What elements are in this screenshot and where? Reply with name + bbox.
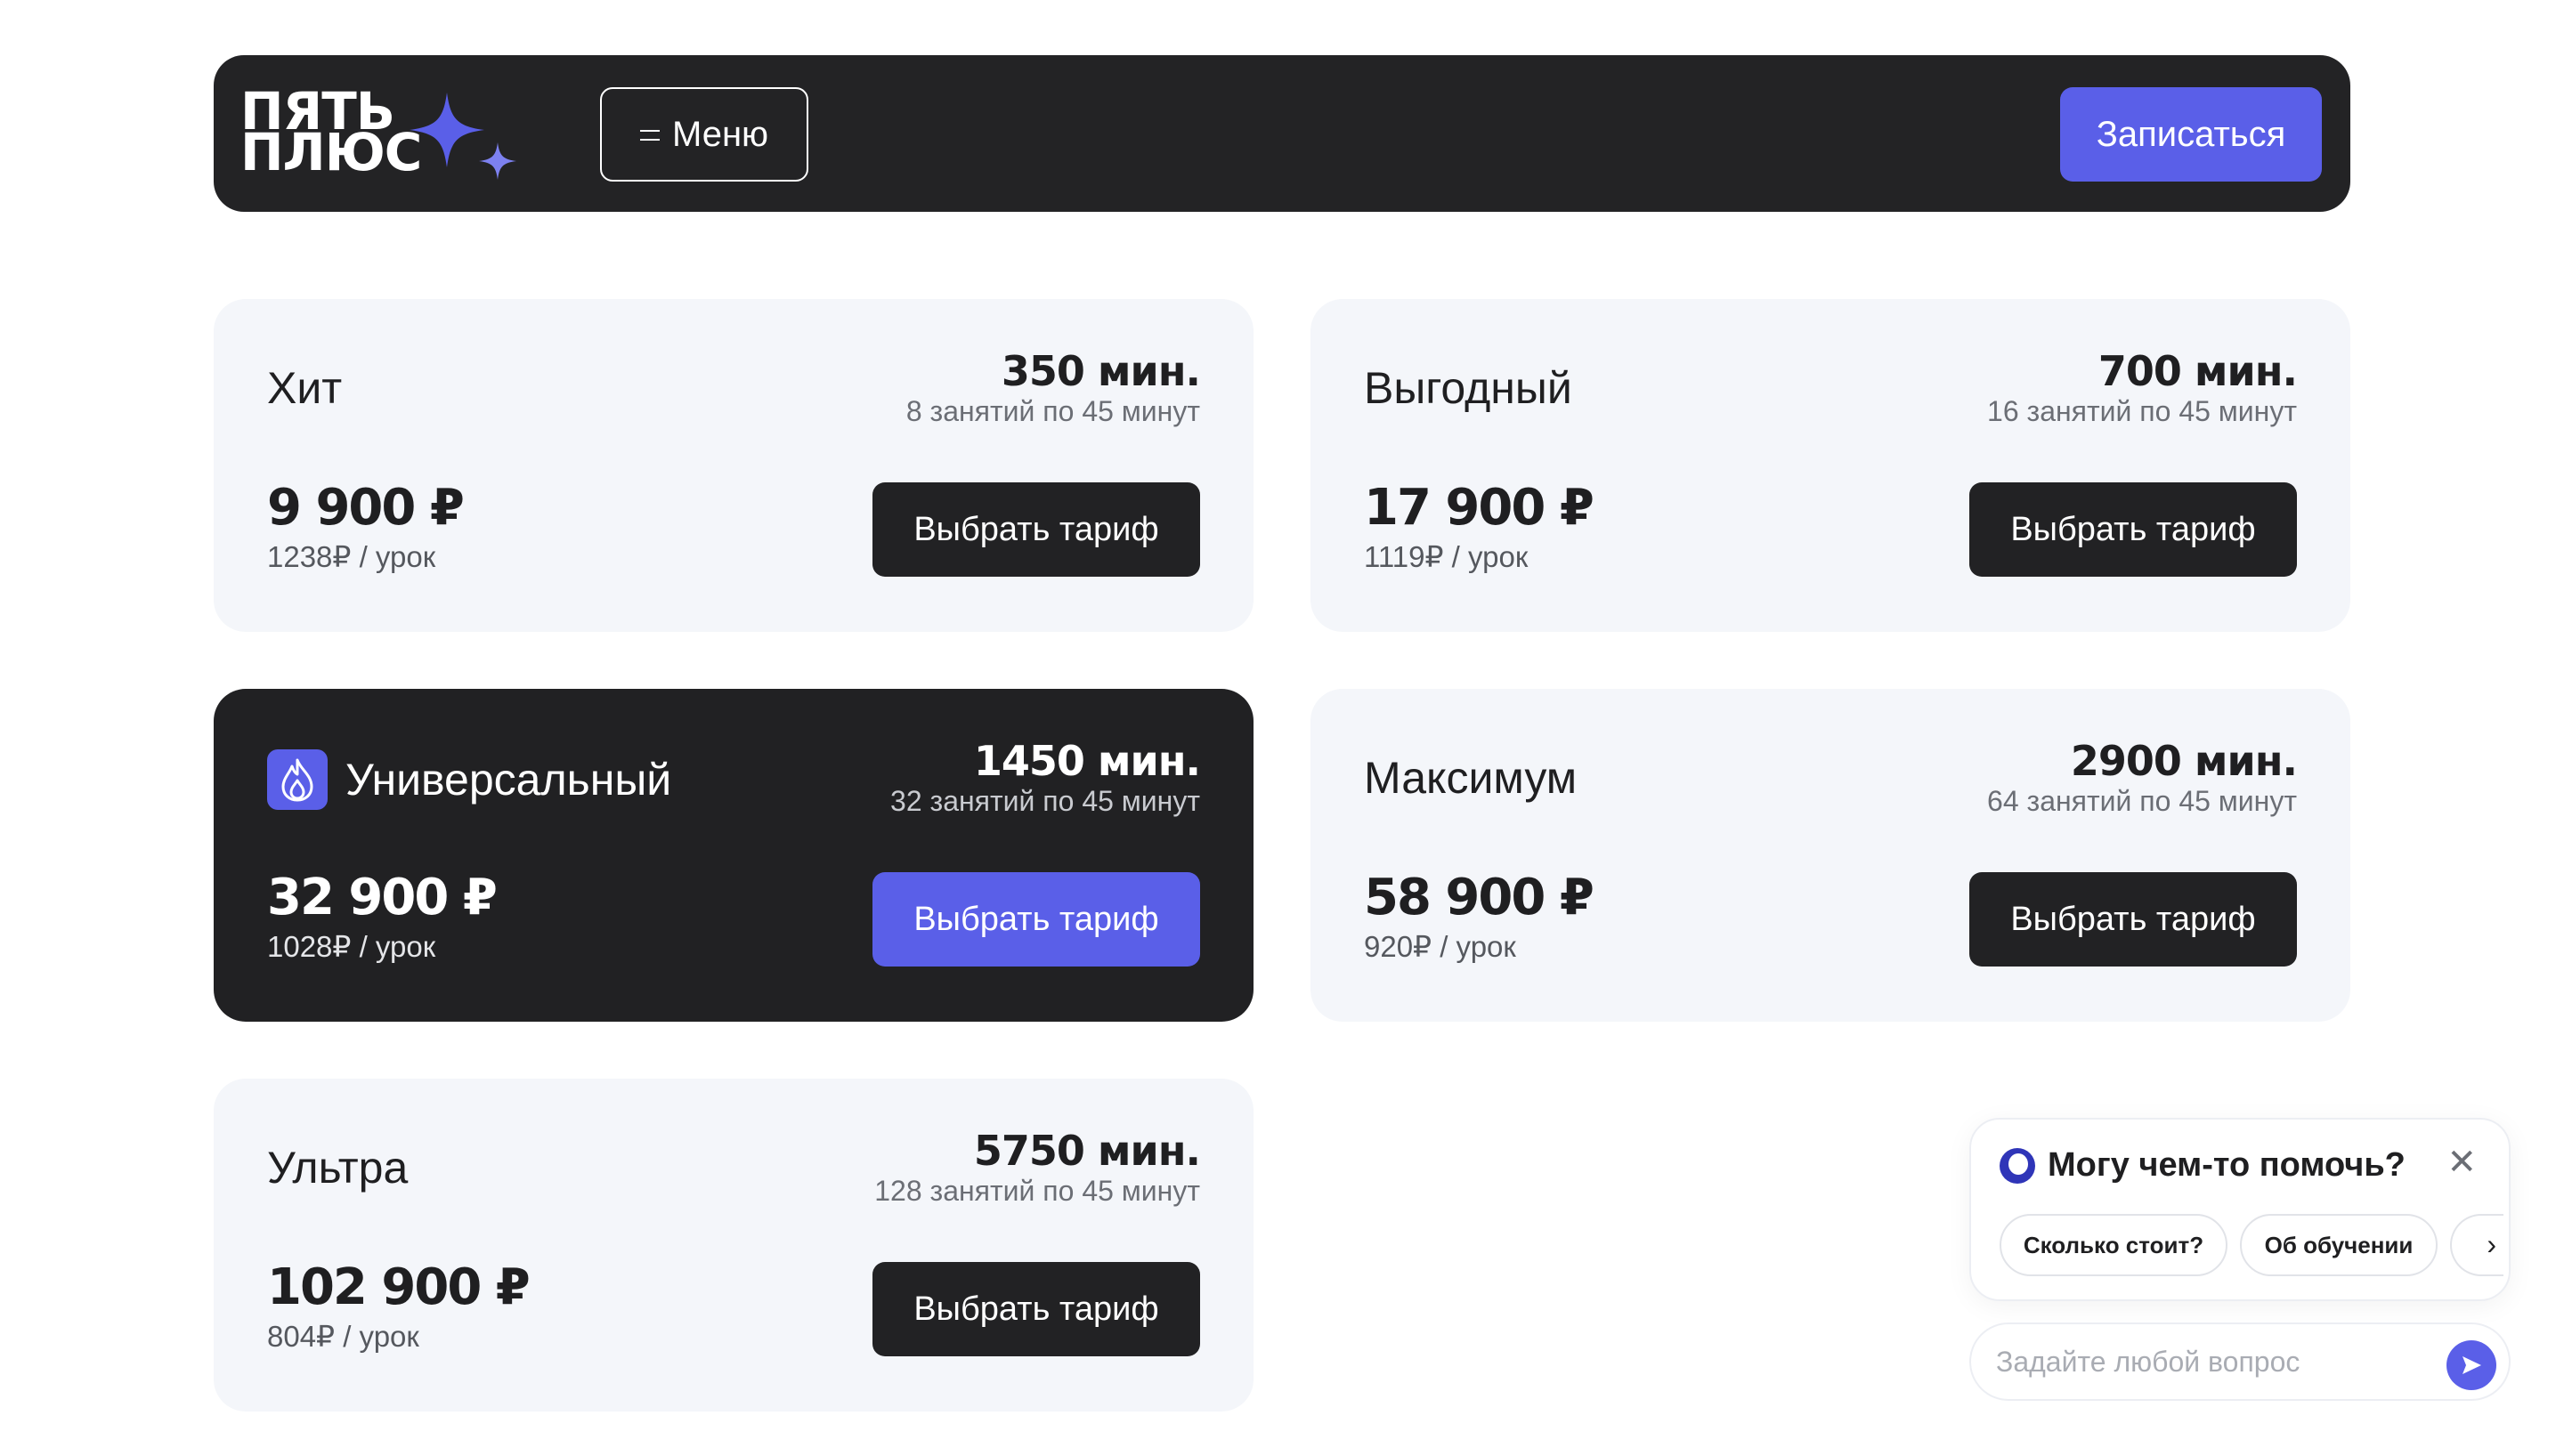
plan-price: 32 900 ₽ (267, 869, 498, 926)
plan-minutes: 1450 мин. (973, 737, 1201, 785)
plan-minutes: 700 мин. (2097, 347, 2298, 395)
chat-widget: Могу чем-то помочь? ✕ Сколько стоит? Об … (1969, 1118, 2511, 1301)
small-star-icon (479, 142, 516, 180)
logo-text: ПЯТЬ ПЛЮС (240, 81, 422, 182)
plan-lessons: 64 занятий по 45 минут (1987, 785, 2297, 817)
choose-plan-button[interactable]: Выбрать тариф (872, 872, 1200, 967)
plan-card-vygodny: Выгодный 700 мин. 16 занятий по 45 минут… (1310, 299, 2350, 632)
plan-per-lesson: 1119₽ / урок (1364, 540, 1529, 573)
plan-per-lesson: 920₽ / урок (1364, 930, 1516, 963)
plan-lessons: 128 занятий по 45 минут (874, 1175, 1200, 1207)
chat-chip-price[interactable]: Сколько стоит? (2000, 1214, 2227, 1276)
plan-name: Универсальный (267, 749, 671, 810)
plan-name: Хит (267, 363, 343, 413)
plan-minutes: 2900 мин. (2070, 737, 2298, 785)
plan-lessons: 16 занятий по 45 минут (1987, 395, 2297, 427)
plan-name: Ультра (267, 1143, 409, 1193)
plan-name: Максимум (1364, 753, 1578, 803)
close-icon[interactable]: ✕ (2446, 1145, 2477, 1180)
star-icon (410, 93, 484, 167)
plan-minutes: 5750 мин. (973, 1127, 1201, 1175)
plan-card-hit: Хит 350 мин. 8 занятий по 45 минут 9 900… (214, 299, 1254, 632)
plan-card-ultra: Ультра 5750 мин. 128 занятий по 45 минут… (214, 1079, 1254, 1412)
assistant-avatar-icon (2000, 1147, 2035, 1184)
site-header: ПЯТЬ ПЛЮС Меню Записаться (214, 55, 2350, 212)
choose-plan-button[interactable]: Выбрать тариф (1969, 872, 2297, 967)
choose-plan-button[interactable]: Выбрать тариф (872, 1262, 1200, 1356)
plan-price: 9 900 ₽ (267, 479, 465, 537)
plan-price: 17 900 ₽ (1364, 479, 1594, 537)
plan-price: 58 900 ₽ (1364, 869, 1594, 926)
plan-minutes: 350 мин. (1001, 347, 1201, 395)
plan-price: 102 900 ₽ (267, 1258, 531, 1316)
send-button[interactable] (2446, 1340, 2496, 1390)
flame-icon (267, 749, 328, 810)
chevron-right-icon[interactable]: › (2487, 1228, 2496, 1261)
chat-question-input[interactable] (1996, 1337, 2423, 1387)
choose-plan-button[interactable]: Выбрать тариф (1969, 482, 2297, 577)
logo[interactable]: ПЯТЬ ПЛЮС (240, 81, 516, 182)
chat-title: Могу чем-то помочь? (2048, 1146, 2406, 1184)
plan-per-lesson: 1238₽ / урок (267, 540, 436, 573)
send-icon (2463, 1356, 2481, 1374)
chat-header: Могу чем-то помочь? (2000, 1146, 2406, 1185)
plan-per-lesson: 804₽ / урок (267, 1320, 419, 1353)
hamburger-icon (639, 130, 660, 141)
plan-lessons: 8 занятий по 45 минут (905, 395, 1200, 427)
menu-label: Меню (671, 114, 769, 154)
signup-button[interactable]: Записаться (2060, 87, 2322, 182)
plan-card-universal: Универсальный 1450 мин. 32 занятий по 45… (214, 689, 1254, 1022)
plan-lessons: 32 занятий по 45 минут (890, 785, 1200, 817)
chat-chip-learning[interactable]: Об обучении (2240, 1214, 2438, 1276)
choose-plan-button[interactable]: Выбрать тариф (872, 482, 1200, 577)
plan-card-maximum: Максимум 2900 мин. 64 занятий по 45 мину… (1310, 689, 2350, 1022)
plan-per-lesson: 1028₽ / урок (267, 930, 436, 963)
plan-name: Выгодный (1364, 363, 1572, 413)
chat-input-bar (1969, 1323, 2511, 1401)
menu-button[interactable]: Меню (600, 87, 808, 182)
